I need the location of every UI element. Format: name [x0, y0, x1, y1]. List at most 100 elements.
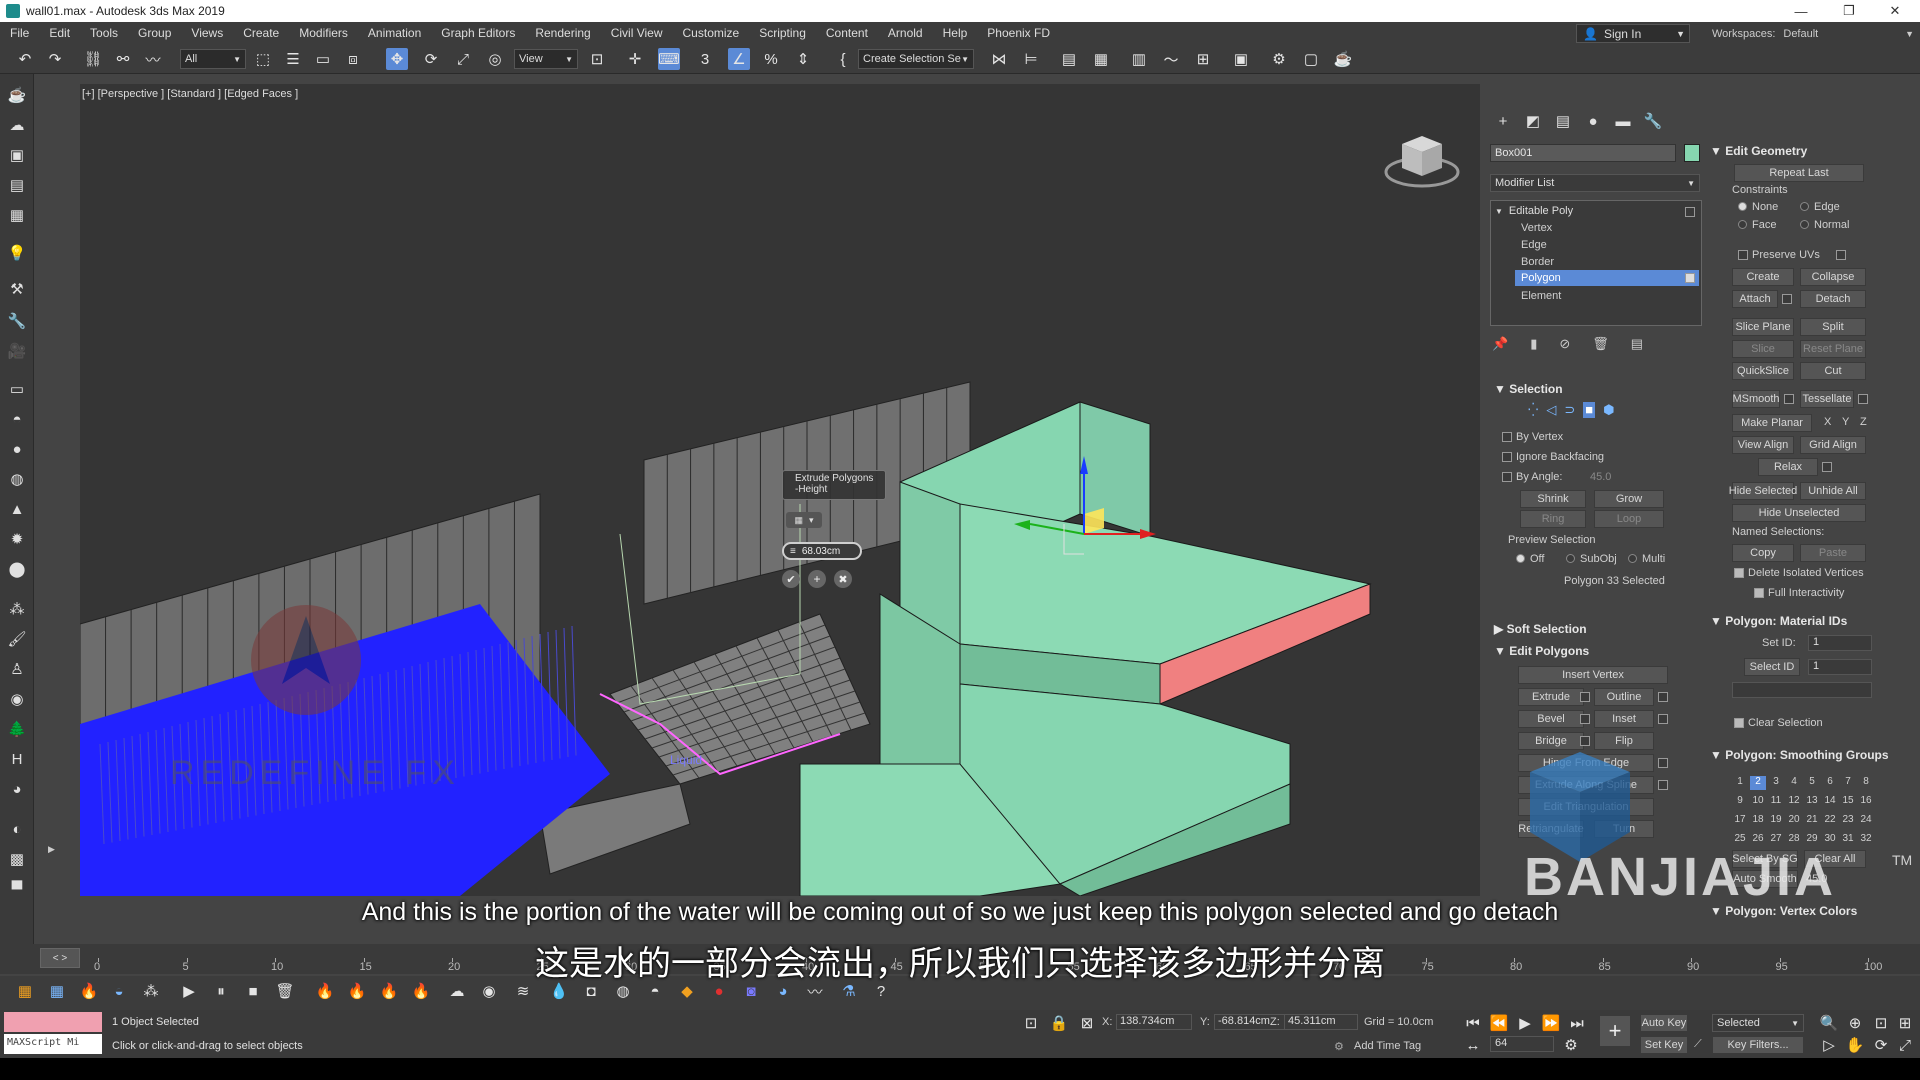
collapse-button[interactable]: Collapse	[1800, 268, 1866, 286]
named-selection-dropdown[interactable]: Create Selection Se ▼	[858, 49, 974, 69]
layers-icon[interactable]: ▤	[6, 174, 28, 196]
zoom-extents-all-icon[interactable]: ⊞	[1894, 1012, 1916, 1034]
remove-modifier-icon[interactable]: 🗑	[1592, 336, 1609, 352]
smoothing-group-6[interactable]: 6	[1822, 776, 1838, 790]
bevel-button[interactable]: Bevel	[1518, 710, 1584, 728]
set-key-button[interactable]: Set Key	[1640, 1036, 1688, 1054]
smoothing-group-23[interactable]: 23	[1840, 814, 1856, 828]
smoothing-group-29[interactable]: 29	[1804, 833, 1820, 847]
link-icon[interactable]: ⛓	[82, 48, 104, 70]
cone-icon[interactable]: ▲	[6, 498, 28, 520]
pivot-center-icon[interactable]: ⊡	[586, 48, 608, 70]
hide-unselected-button[interactable]: Hide Unselected	[1732, 504, 1866, 522]
stack-item-border[interactable]: Border	[1521, 256, 1554, 268]
soft-selection-rollout-header[interactable]: ▶ Soft Selection	[1494, 622, 1587, 636]
pin-stack-icon[interactable]: 📌	[1492, 336, 1508, 352]
menu-views[interactable]: Views	[181, 26, 233, 40]
move-icon[interactable]: ✥	[386, 48, 408, 70]
smoothing-group-28[interactable]: 28	[1786, 833, 1802, 847]
perspective-viewport[interactable]: Liquid REDEFINE FX	[80, 84, 1480, 896]
menu-rendering[interactable]: Rendering	[525, 26, 600, 40]
configure-sets-icon[interactable]: ▤	[1631, 336, 1643, 352]
play-icon[interactable]: ▶	[1514, 1012, 1536, 1034]
render-icon[interactable]: ☕	[1332, 48, 1354, 70]
object-name-field[interactable]: Box001	[1490, 144, 1676, 162]
sphere-shaded-icon[interactable]: ◐	[6, 818, 28, 840]
isolate-icon[interactable]: ⊡	[1020, 1012, 1042, 1034]
smoothing-group-3[interactable]: 3	[1768, 776, 1784, 790]
quickslice-button[interactable]: QuickSlice	[1732, 362, 1794, 380]
insert-vertex-button[interactable]: Insert Vertex	[1518, 666, 1668, 684]
scene-explorer-icon[interactable]: ▤	[1058, 48, 1080, 70]
material-editor-icon[interactable]: ▣	[1230, 48, 1252, 70]
make-planar-button[interactable]: Make Planar	[1732, 414, 1812, 432]
zoom-all-icon[interactable]: ⊕	[1844, 1012, 1866, 1034]
motion-tab-icon[interactable]: ●	[1582, 110, 1604, 132]
helper-icon[interactable]: ⚒	[6, 278, 28, 300]
particles-icon[interactable]: ⁂	[6, 598, 28, 620]
snaps-toggle-icon[interactable]: 3	[694, 48, 716, 70]
go-to-end-icon[interactable]: ⏭	[1566, 1012, 1588, 1034]
camera-icon[interactable]: 🎥	[6, 340, 28, 362]
orbit-icon[interactable]: ⟳	[1870, 1034, 1892, 1056]
lock-icon[interactable]: 🔒	[1048, 1012, 1070, 1034]
expand-arrow-icon[interactable]: ▶	[48, 844, 58, 858]
planar-x-button[interactable]: X	[1824, 416, 1831, 428]
maximize-viewport-icon[interactable]: ⤢	[1894, 1034, 1916, 1056]
stack-item-polygon[interactable]: Polygon	[1515, 270, 1699, 286]
shrink-button[interactable]: Shrink	[1520, 490, 1586, 508]
view-cube[interactable]	[1384, 136, 1460, 188]
select-by-name-icon[interactable]: ☰	[282, 48, 304, 70]
outline-settings-icon[interactable]	[1658, 692, 1668, 702]
check-icon[interactable]: ✔	[782, 570, 800, 588]
extrude-height-field[interactable]: ≡ 68.03cm	[782, 542, 862, 560]
attach-list-icon[interactable]	[1782, 294, 1792, 304]
brush-icon[interactable]: 🖌	[6, 628, 28, 650]
modifier-list-dropdown[interactable]: Modifier List ▼	[1490, 174, 1700, 192]
bind-spacewarp-icon[interactable]: 〰	[142, 48, 164, 70]
wrench-icon[interactable]: 🔧	[6, 310, 28, 332]
material-name-dropdown[interactable]	[1732, 682, 1872, 698]
outline-button[interactable]: Outline	[1594, 688, 1654, 706]
smoothing-group-15[interactable]: 15	[1840, 795, 1856, 809]
bevel-settings-icon[interactable]	[1580, 714, 1590, 724]
relax-settings-icon[interactable]	[1822, 462, 1832, 472]
preserve-uvs-checkbox[interactable]	[1738, 250, 1748, 260]
smoothing-group-9[interactable]: 9	[1732, 795, 1748, 809]
smoothing-group-17[interactable]: 17	[1732, 814, 1748, 828]
box-icon[interactable]: ▣	[6, 144, 28, 166]
menu-file[interactable]: File	[0, 26, 39, 40]
fov-icon[interactable]: ▷	[1818, 1034, 1840, 1056]
globe-icon[interactable]: ◉	[6, 688, 28, 710]
unhide-all-button[interactable]: Unhide All	[1800, 482, 1866, 500]
bridge-settings-icon[interactable]	[1580, 736, 1590, 746]
attach-button[interactable]: Attach	[1732, 290, 1778, 308]
place-icon[interactable]: ◎	[484, 48, 506, 70]
extrude-spline-settings-icon[interactable]	[1658, 780, 1668, 790]
menu-edit[interactable]: Edit	[39, 26, 80, 40]
stack-item-element[interactable]: Element	[1521, 290, 1561, 302]
display-tab-icon[interactable]: ▬	[1612, 110, 1634, 132]
smoothing-group-16[interactable]: 16	[1858, 795, 1874, 809]
hinge-settings-icon[interactable]	[1658, 758, 1668, 768]
menu-help[interactable]: Help	[933, 26, 978, 40]
absolute-mode-icon[interactable]: ⊠	[1076, 1012, 1098, 1034]
grow-button[interactable]: Grow	[1594, 490, 1664, 508]
edge-mode-icon[interactable]: ◁	[1546, 402, 1556, 418]
sun-icon[interactable]: ✹	[6, 528, 28, 550]
material-ids-rollout-header[interactable]: ▼ Polygon: Material IDs	[1710, 614, 1847, 628]
clear-selection-checkbox[interactable]	[1734, 718, 1744, 728]
hide-selected-button[interactable]: Hide Selected	[1729, 482, 1797, 500]
scale-icon[interactable]: ⤢	[452, 48, 474, 70]
zoom-extents-icon[interactable]: ⊡	[1870, 1012, 1892, 1034]
tessellate-button[interactable]: Tessellate	[1800, 390, 1854, 408]
smoothing-group-2[interactable]: 2	[1750, 776, 1766, 790]
stack-polygon-toggle-icon[interactable]	[1685, 273, 1695, 283]
menu-arnold[interactable]: Arnold	[878, 26, 933, 40]
dome-icon[interactable]: ◓	[6, 408, 28, 430]
loop-button[interactable]: Loop	[1594, 510, 1664, 528]
close-icon[interactable]: ✕	[1874, 0, 1916, 22]
constraint-normal-radio[interactable]	[1800, 220, 1809, 229]
by-angle-spinner[interactable]: 45.0	[1590, 471, 1611, 483]
preserve-uvs-settings-icon[interactable]	[1836, 250, 1846, 260]
